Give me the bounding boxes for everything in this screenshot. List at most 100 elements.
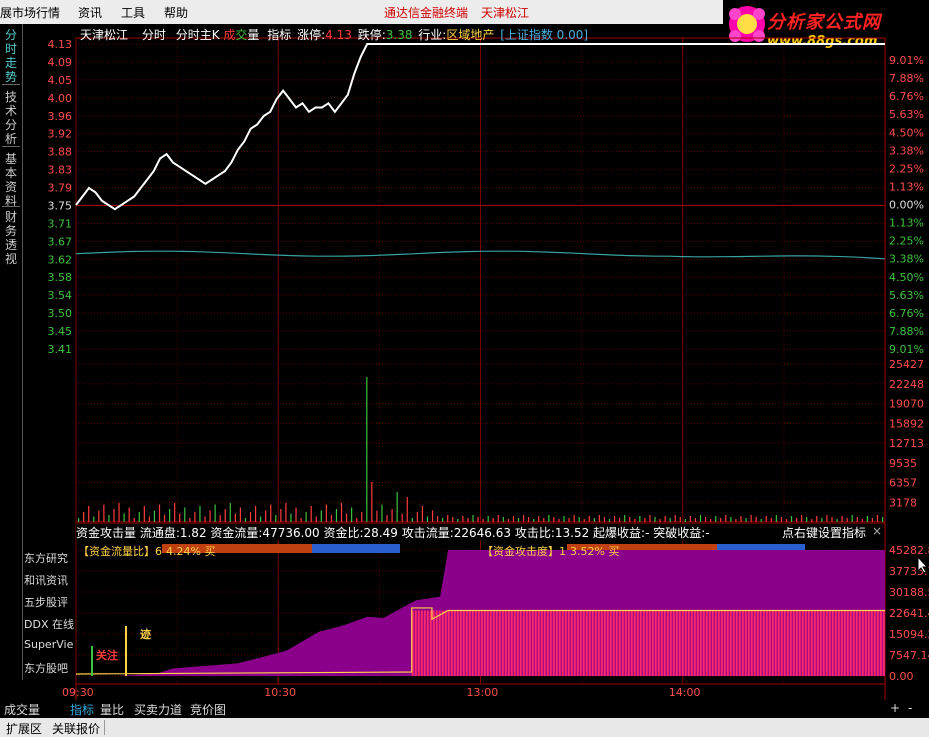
side-item-hxzx[interactable]: 和讯资讯 <box>24 572 68 588</box>
attack-bar <box>525 610 528 676</box>
tab-technical[interactable]: 技术分析 <box>2 90 20 146</box>
attack-bar <box>603 610 606 676</box>
attack-bar <box>582 610 585 676</box>
volume-bar <box>745 518 747 522</box>
attack-bar <box>615 610 618 676</box>
volume-bar <box>113 509 115 522</box>
tab-auction[interactable]: 竞价图 <box>190 701 226 718</box>
attack-bar <box>621 610 624 676</box>
status-linked-quote[interactable]: 关联报价 <box>52 720 100 737</box>
header-zt-label: 涨停: <box>297 28 326 42</box>
volume-bar <box>578 517 580 522</box>
volume-bar <box>189 518 191 522</box>
intraday-chart[interactable]: 4.13 4.09 4.05 4.00 3.96 3.92 3.88 3.83 3.79 3.75… <box>22 24 929 700</box>
volume-bar <box>133 518 135 522</box>
volume-tick-label: 25427 <box>889 358 924 371</box>
attack-bar <box>609 610 612 676</box>
attack-bar <box>423 610 426 676</box>
time-tick-label: 09:30 <box>62 686 94 699</box>
volume-bar <box>83 512 85 522</box>
attack-bar <box>843 610 846 676</box>
volume-bar <box>103 504 105 522</box>
header-hy-val[interactable]: 区域地产 <box>446 28 494 42</box>
side-item-dfgb[interactable]: 东方股吧 <box>24 660 68 676</box>
menu-market[interactable]: 展市场行情 <box>0 4 60 21</box>
menu-help[interactable]: 帮助 <box>164 4 188 21</box>
volume-bar <box>517 518 520 522</box>
attack-bar <box>801 610 804 676</box>
volume-tick-label: 3178 <box>889 496 917 509</box>
attack-bar <box>474 610 477 676</box>
volume-bar <box>548 515 550 522</box>
attack-bar <box>414 610 417 676</box>
tab-buy-sell[interactable]: 买卖力道 <box>134 701 182 718</box>
zoom-in-button[interactable]: + <box>890 701 900 715</box>
close-icon[interactable]: × <box>872 524 882 538</box>
attack-bar <box>816 610 819 676</box>
tab-volume-ratio[interactable]: 量比 <box>100 701 124 718</box>
pct-tick-label: 1.13% <box>889 180 924 193</box>
status-bar: 扩展区 关联报价 <box>0 718 929 737</box>
menu-tools[interactable]: 工具 <box>121 4 145 21</box>
zoom-out-button[interactable]: - <box>908 701 912 715</box>
pct-tick-label: 4.50% <box>889 271 924 284</box>
volume-bar <box>335 509 338 522</box>
header-fenshik[interactable]: 分时主K <box>176 28 220 42</box>
volume-bar <box>502 517 504 522</box>
attack-bar <box>669 610 672 676</box>
volume-bar <box>639 516 641 522</box>
volume-bar <box>588 516 590 522</box>
attack-bar <box>570 610 573 676</box>
attack-bar <box>723 610 726 676</box>
status-extend[interactable]: 扩展区 <box>6 720 42 737</box>
volume-bar <box>224 509 226 522</box>
attack-bar <box>741 610 744 676</box>
volume-bar <box>684 519 686 522</box>
volume-bar <box>669 518 671 522</box>
attack-bar <box>642 610 645 676</box>
volume-bar <box>482 519 484 522</box>
header-fenshi[interactable]: 分时 <box>142 28 166 42</box>
attack-bar <box>711 610 714 676</box>
attack-bar <box>546 610 549 676</box>
attack-bar <box>417 610 420 676</box>
attack-bar <box>444 610 447 676</box>
attack-bar <box>771 610 774 676</box>
volume-bar <box>725 515 727 522</box>
attack-bar <box>456 610 459 676</box>
price-tick-label: 3.92 <box>48 128 73 141</box>
attack-bar <box>729 610 732 676</box>
attack-bar <box>486 610 489 676</box>
side-item-dfyj[interactable]: 东方研究 <box>24 550 68 566</box>
pct-tick-label: 2.25% <box>889 235 924 248</box>
attack-bar <box>717 610 720 676</box>
attack-bar <box>651 610 654 676</box>
bottom-tabs: 成交量 指标 量比 买卖力道 竞价图 + - <box>0 700 929 718</box>
volume-bar <box>209 510 211 522</box>
volume-bar <box>831 517 833 522</box>
tab-indicator[interactable]: 指标 <box>70 701 94 718</box>
menu-news[interactable]: 资讯 <box>78 4 102 21</box>
volume-bar <box>421 506 424 522</box>
volume-bar <box>811 519 813 522</box>
header-index[interactable]: [上证指数 0.00] <box>500 28 588 42</box>
attack-bar <box>837 610 840 676</box>
side-item-supervie[interactable]: SuperVie <box>24 638 73 651</box>
trace-mark: 迹 <box>140 628 151 641</box>
volume-bar <box>88 506 90 522</box>
attack-bar <box>762 610 765 676</box>
attack-bar <box>459 610 462 676</box>
tab-intraday[interactable]: 分时走势 <box>2 28 20 84</box>
header-zhibiao[interactable]: 指标 <box>267 28 291 42</box>
side-item-wbgp[interactable]: 五步股评 <box>24 594 68 610</box>
indicator-settings[interactable]: 点右键设置指标 <box>782 524 866 541</box>
attack-bar <box>690 610 693 676</box>
attack-bar <box>552 610 555 676</box>
volume-bar <box>123 513 125 522</box>
tab-finance[interactable]: 财务透视 <box>2 210 20 266</box>
side-item-ddx[interactable]: DDX 在线 <box>24 616 74 632</box>
flow-ratio-lead: 6 <box>155 545 162 558</box>
tab-basic[interactable]: 基本资料 <box>2 152 20 208</box>
tab-volume[interactable]: 成交量 <box>4 701 40 718</box>
volume-bar <box>507 519 509 522</box>
